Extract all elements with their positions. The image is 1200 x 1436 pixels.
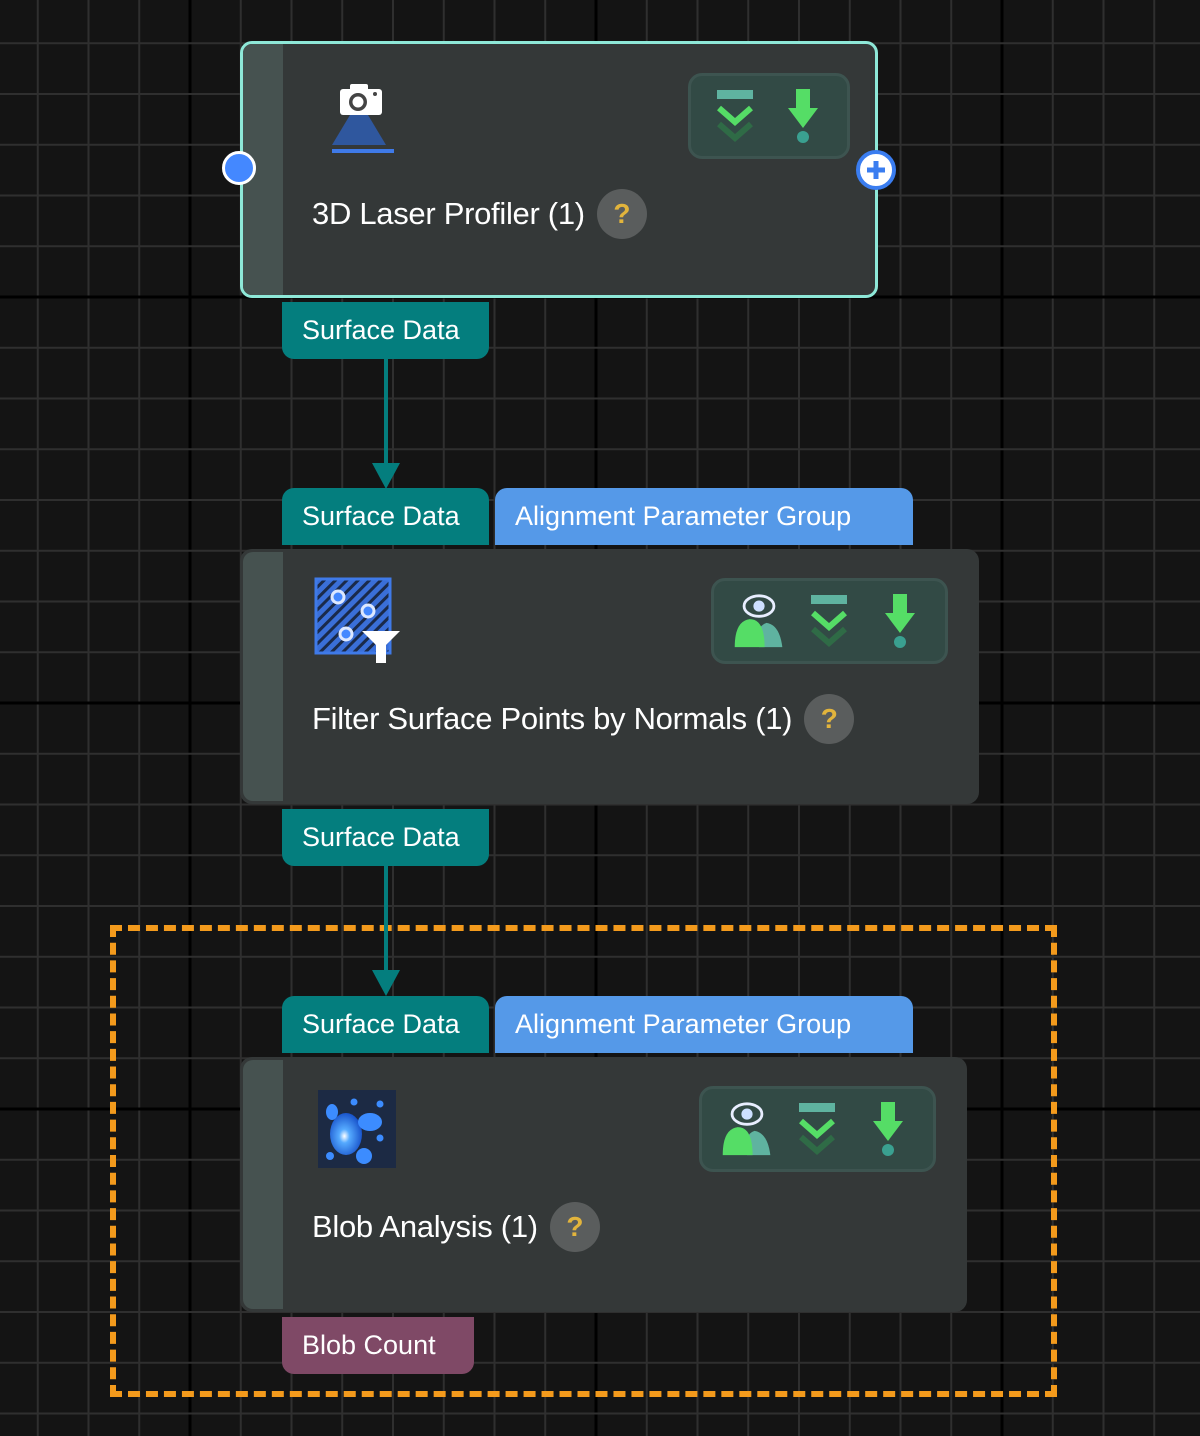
input-port-surface-data[interactable]: Surface Data (282, 996, 489, 1053)
input-port-alignment-parameter-group[interactable]: Alignment Parameter Group (495, 488, 913, 545)
download-icon[interactable] (872, 590, 928, 652)
node-drag-handle[interactable] (243, 1060, 283, 1309)
node-title: 3D Laser Profiler (1) (312, 196, 585, 231)
data-flow-icon[interactable] (707, 85, 763, 147)
camera-laser-icon (328, 77, 408, 157)
node-filter-surface-points-by-normals[interactable]: Filter Surface Points by Normals (1) ? (240, 549, 979, 804)
output-port-surface-data[interactable]: Surface Data (282, 809, 489, 866)
blob-icon (318, 1090, 398, 1170)
node-actions-panel (688, 73, 850, 159)
node-drag-handle[interactable] (243, 552, 283, 801)
data-flow-icon[interactable] (789, 1098, 845, 1160)
help-icon[interactable]: ? (549, 1202, 600, 1252)
input-port-alignment-parameter-group[interactable]: Alignment Parameter Group (495, 996, 913, 1053)
output-port-surface-data[interactable]: Surface Data (282, 302, 489, 359)
connection-filter-to-blob[interactable] (372, 866, 400, 996)
help-icon[interactable]: ? (596, 189, 647, 239)
output-port-blob-count[interactable]: Blob Count (282, 1317, 474, 1374)
visualize-icon[interactable] (731, 590, 787, 652)
node-actions-panel (699, 1086, 936, 1172)
help-icon[interactable]: ? (804, 694, 855, 744)
node-title-row: 3D Laser Profiler (1) ? (312, 189, 647, 239)
node-title: Filter Surface Points by Normals (1) (312, 701, 793, 736)
node-title-row: Blob Analysis (1) ? (312, 1202, 600, 1252)
node-title: Blob Analysis (1) (312, 1209, 538, 1244)
download-icon[interactable] (860, 1098, 916, 1160)
plus-icon (867, 161, 885, 179)
add-output-port-button[interactable] (856, 150, 896, 190)
visualize-icon[interactable] (719, 1098, 775, 1160)
filter-points-icon (314, 577, 400, 663)
node-blob-analysis[interactable]: Blob Analysis (1) ? (240, 1057, 967, 1312)
arrowhead-icon (372, 970, 400, 996)
node-3d-laser-profiler[interactable]: 3D Laser Profiler (1) ? (240, 41, 878, 298)
download-icon[interactable] (775, 85, 831, 147)
node-input-port[interactable] (222, 151, 256, 185)
node-title-row: Filter Surface Points by Normals (1) ? (312, 694, 855, 744)
arrowhead-icon (372, 463, 400, 489)
data-flow-icon[interactable] (801, 590, 857, 652)
node-actions-panel (711, 578, 948, 664)
flow-canvas[interactable]: 3D Laser Profiler (1) ? Surface Data Sur… (0, 0, 1200, 1436)
connection-profiler-to-filter[interactable] (372, 358, 400, 489)
input-port-surface-data[interactable]: Surface Data (282, 488, 489, 545)
